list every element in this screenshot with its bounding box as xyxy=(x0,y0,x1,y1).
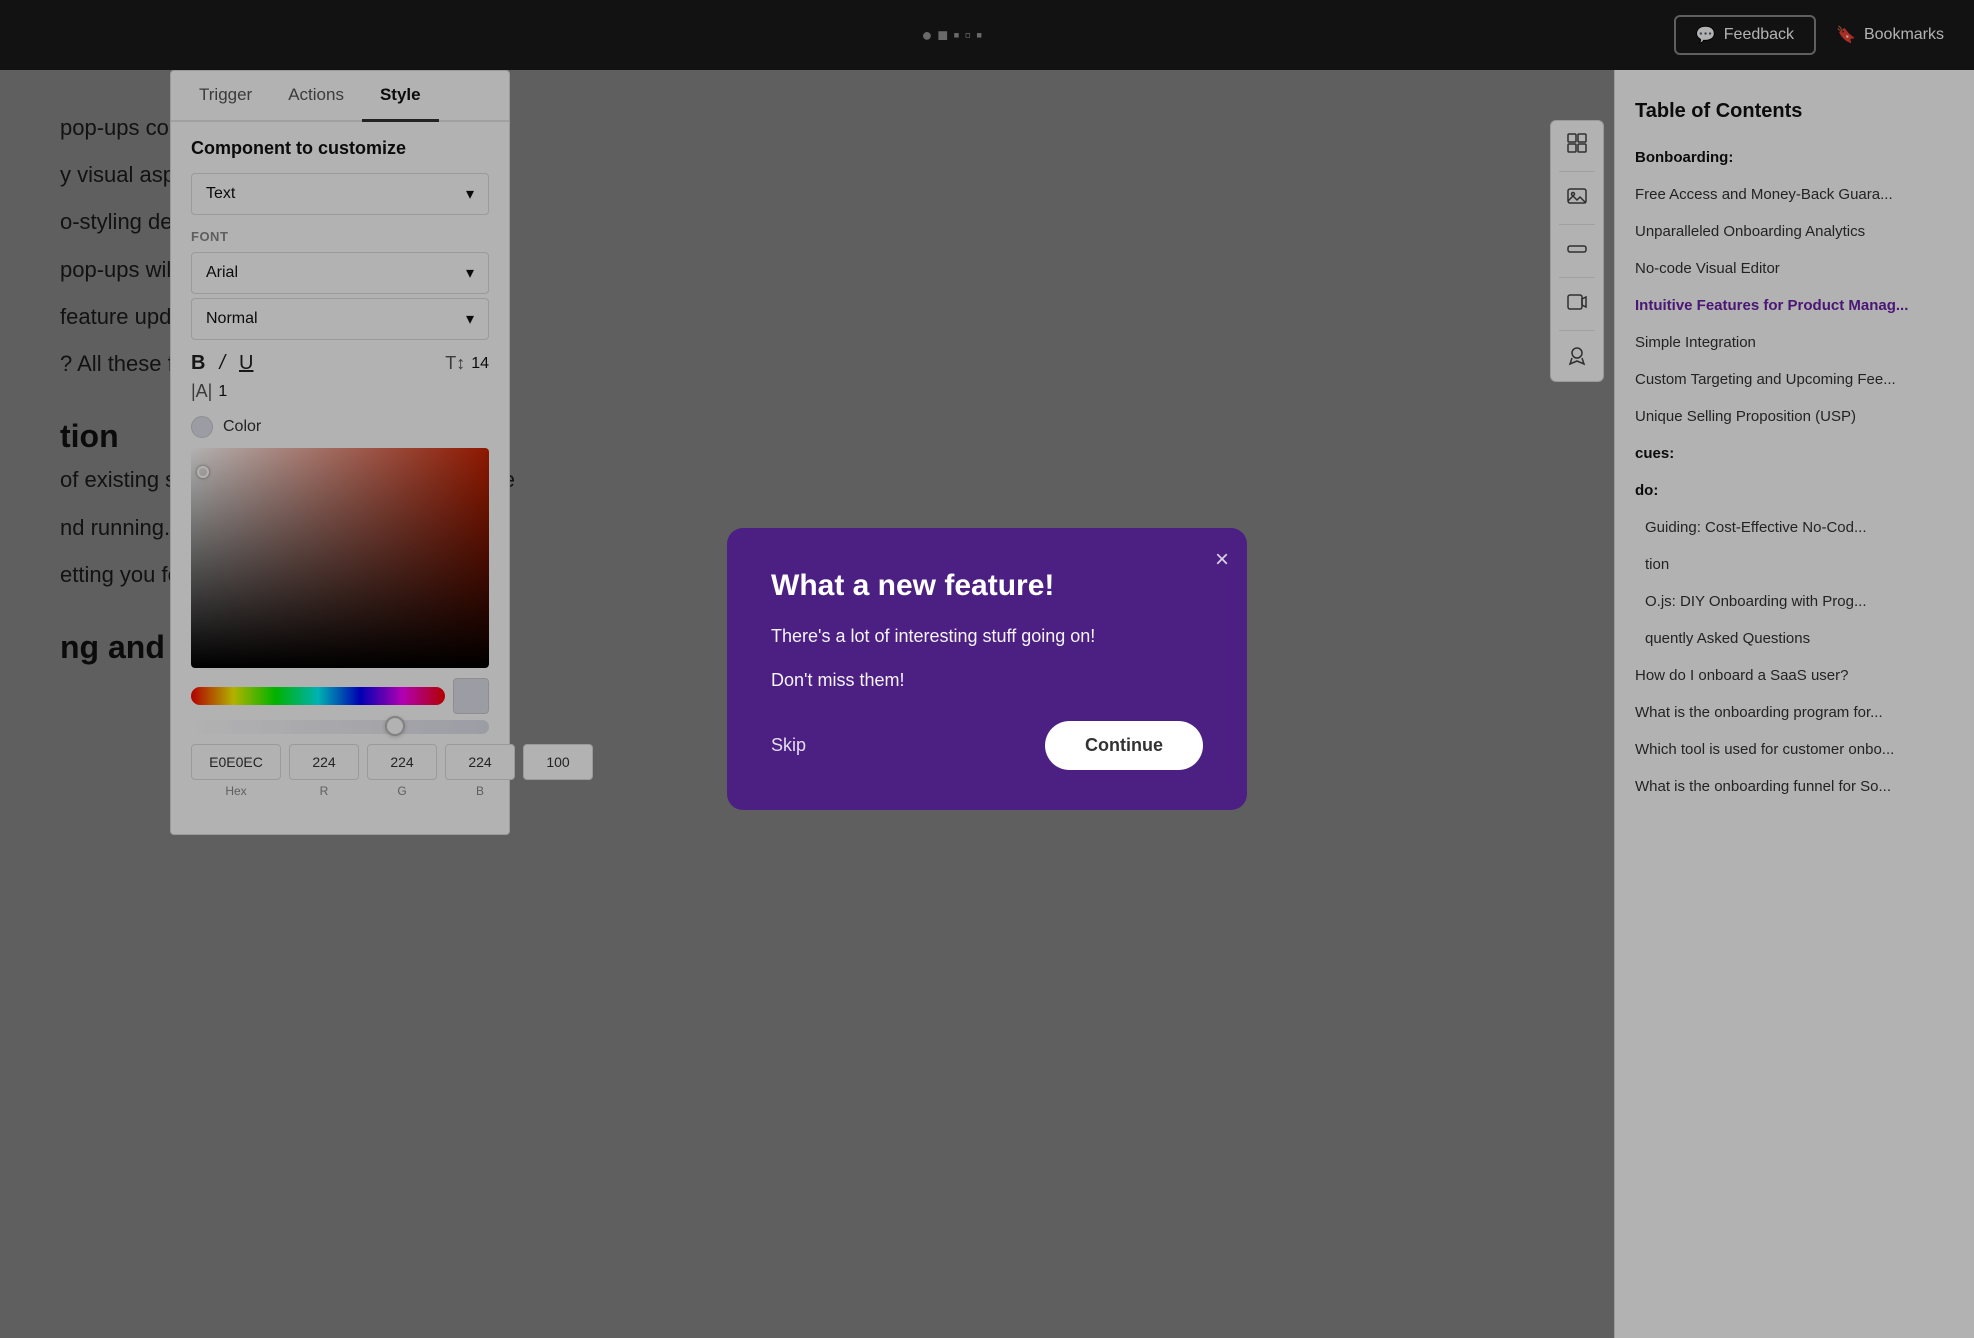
modal-actions: Skip Continue xyxy=(771,721,1203,770)
modal-body: There's a lot of interesting stuff going… xyxy=(771,622,1203,651)
modal-overlay: × What a new feature! There's a lot of i… xyxy=(0,0,1974,1338)
modal: × What a new feature! There's a lot of i… xyxy=(727,528,1247,811)
modal-continue-button[interactable]: Continue xyxy=(1045,721,1203,770)
modal-subtitle: Don't miss them! xyxy=(771,670,1203,691)
modal-skip-button[interactable]: Skip xyxy=(771,735,806,756)
modal-close-button[interactable]: × xyxy=(1215,546,1229,574)
modal-title: What a new feature! xyxy=(771,568,1203,604)
